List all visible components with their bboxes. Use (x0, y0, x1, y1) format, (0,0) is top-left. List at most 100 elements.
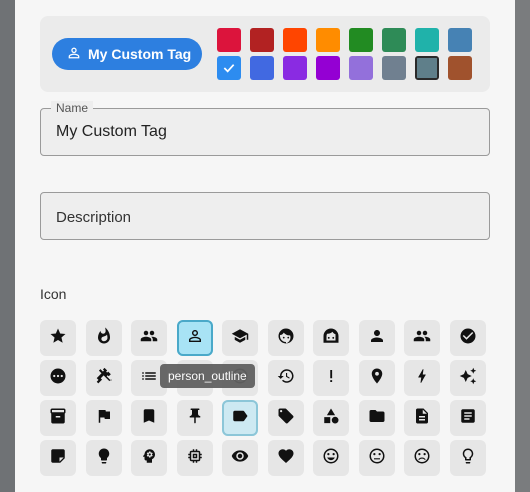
psychology-icon (140, 447, 158, 470)
list-icon (140, 367, 158, 390)
icon-option[interactable] (449, 400, 486, 436)
color-swatch[interactable] (250, 28, 274, 52)
icon-option[interactable] (222, 320, 258, 356)
icon-option[interactable] (404, 400, 440, 436)
color-swatch[interactable] (382, 56, 406, 80)
icon-section-label: Icon (40, 286, 67, 302)
check-icon (223, 64, 235, 73)
icon-option[interactable] (85, 320, 122, 356)
icon-option[interactable] (40, 440, 76, 476)
bookmark-icon (140, 407, 158, 430)
sad-face-icon (413, 447, 431, 470)
check-circle-icon (459, 327, 477, 350)
star-icon (49, 327, 67, 350)
document-icon (413, 407, 431, 430)
pin-icon (186, 407, 204, 430)
person-outline-icon (186, 327, 204, 350)
label-icon (231, 407, 249, 430)
icon-option[interactable] (85, 400, 122, 436)
icon-option[interactable] (358, 320, 395, 356)
tag-editor-dialog: My Custom Tag Name My Custom Tag Descrip… (15, 0, 515, 492)
icon-option[interactable] (358, 400, 395, 436)
description-field-placeholder: Description (56, 209, 132, 226)
tag-preview-card: My Custom Tag (40, 16, 490, 92)
icon-option[interactable] (313, 440, 349, 476)
lightbulb-icon (95, 447, 113, 470)
icon-option[interactable] (358, 440, 395, 476)
tools-icon (95, 367, 113, 390)
icon-option[interactable] (313, 360, 349, 396)
icon-option[interactable] (222, 400, 258, 436)
color-swatch[interactable] (382, 28, 406, 52)
icon-option[interactable] (404, 360, 440, 396)
icon-option[interactable] (404, 320, 440, 356)
bulb-outline-icon (459, 447, 477, 470)
icon-option[interactable] (131, 320, 167, 356)
icon-option[interactable] (40, 320, 76, 356)
color-swatch[interactable] (283, 56, 307, 80)
person-outline-icon (66, 45, 88, 64)
color-swatch[interactable] (349, 56, 373, 80)
neutral-face-icon (368, 447, 386, 470)
icon-option[interactable] (131, 400, 167, 436)
tag-preview-label: My Custom Tag (88, 46, 192, 62)
exclamation-icon (322, 367, 340, 390)
icon-option[interactable] (404, 440, 440, 476)
color-swatch[interactable] (316, 28, 340, 52)
icon-option[interactable] (85, 440, 122, 476)
face-icon (322, 327, 340, 350)
color-swatch[interactable] (283, 28, 307, 52)
history-icon (277, 367, 295, 390)
backdrop-left (0, 0, 15, 492)
backdrop-right (515, 0, 530, 492)
school-icon (231, 327, 249, 350)
icon-option[interactable] (449, 320, 486, 356)
tag-icon (277, 407, 295, 430)
tag-preview-chip: My Custom Tag (52, 38, 202, 70)
icon-tooltip: person_outline (160, 364, 255, 388)
color-swatch[interactable] (448, 28, 472, 52)
color-swatch[interactable] (316, 56, 340, 80)
icon-option[interactable] (131, 440, 167, 476)
icon-option[interactable] (267, 320, 304, 356)
folder-icon (368, 407, 386, 430)
color-swatch[interactable] (349, 28, 373, 52)
icon-option[interactable] (313, 320, 349, 356)
more-horiz-icon (49, 367, 67, 390)
smile-icon (322, 447, 340, 470)
archive-icon (49, 407, 67, 430)
icon-option[interactable] (358, 360, 395, 396)
icon-option[interactable] (267, 400, 304, 436)
color-swatch[interactable] (448, 56, 472, 80)
icon-option[interactable] (449, 440, 486, 476)
icon-option[interactable] (313, 400, 349, 436)
article-icon (459, 407, 477, 430)
icon-option[interactable] (267, 360, 304, 396)
eye-icon (231, 447, 249, 470)
group-icon (413, 327, 431, 350)
sticky-note-icon (49, 447, 67, 470)
icon-option[interactable] (449, 360, 486, 396)
memory-icon (186, 447, 204, 470)
icon-option[interactable] (176, 400, 213, 436)
icon-option[interactable] (40, 360, 76, 396)
icon-option[interactable] (267, 440, 304, 476)
bolt-icon (413, 367, 431, 390)
location-icon (368, 367, 386, 390)
color-swatch[interactable] (217, 28, 241, 52)
fire-icon (95, 327, 113, 350)
icon-option[interactable] (222, 440, 258, 476)
color-swatch[interactable] (217, 56, 241, 80)
icon-option[interactable] (40, 400, 76, 436)
icon-option[interactable] (176, 320, 213, 356)
description-field[interactable]: Description (40, 192, 490, 240)
name-field[interactable]: Name My Custom Tag (40, 101, 490, 156)
icon-option[interactable] (176, 440, 213, 476)
name-field-value[interactable]: My Custom Tag (56, 123, 167, 141)
color-swatch[interactable] (415, 28, 439, 52)
icon-option[interactable] (85, 360, 122, 396)
shapes-icon (322, 407, 340, 430)
emoji-icon (277, 327, 295, 350)
color-swatch[interactable] (415, 56, 439, 80)
color-swatch[interactable] (250, 56, 274, 80)
